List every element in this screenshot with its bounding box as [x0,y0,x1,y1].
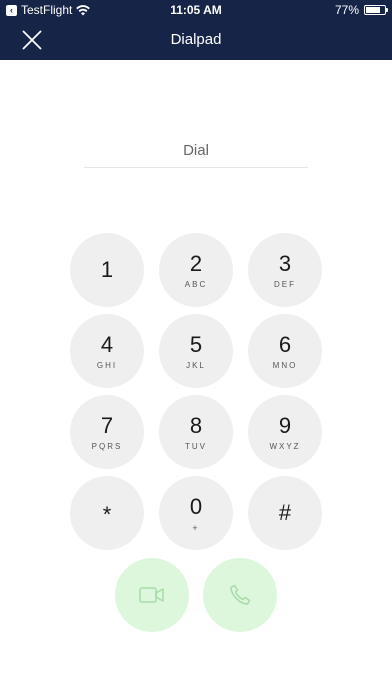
key-digit: 5 [189,332,203,357]
key-letters: ABC [184,280,208,289]
key-0[interactable]: 0 + [159,476,233,550]
phone-icon [230,584,251,605]
key-9[interactable]: 9 WXYZ [248,395,322,469]
voice-call-button[interactable] [203,558,277,632]
key-4[interactable]: 4 GHI [70,314,144,388]
key-6[interactable]: 6 MNO [248,314,322,388]
key-star[interactable]: * [70,476,144,550]
key-letters: PQRS [91,442,123,451]
key-digit: 4 [100,332,114,357]
key-digit: # [278,500,292,525]
video-call-button[interactable] [115,558,189,632]
key-digit: 6 [278,332,292,357]
key-digit: * [102,502,112,527]
key-letters: DEF [274,280,296,289]
key-1[interactable]: 1 [70,233,144,307]
key-letters: WXYZ [269,442,301,451]
key-3[interactable]: 3 DEF [248,233,322,307]
key-letters: MNO [272,361,298,370]
key-7[interactable]: 7 PQRS [70,395,144,469]
key-letters: JKL [186,361,206,370]
video-camera-icon [139,587,164,603]
key-digit: 9 [278,413,292,438]
key-letters: GHI [96,361,118,370]
key-digit: 0 [189,494,203,519]
key-letters: TUV [185,442,207,451]
key-letters: + [192,523,200,533]
key-digit: 3 [278,251,292,276]
key-digit: 8 [189,413,203,438]
key-8[interactable]: 8 TUV [159,395,233,469]
key-digit: 1 [100,257,114,282]
key-2[interactable]: 2 ABC [159,233,233,307]
key-digit: 2 [189,251,203,276]
key-digit: 7 [100,413,114,438]
key-hash[interactable]: # [248,476,322,550]
dialpad: 1 2 ABC 3 DEF 4 GHI 5 JKL 6 MNO 7 PQRS 8… [0,0,392,696]
key-5[interactable]: 5 JKL [159,314,233,388]
